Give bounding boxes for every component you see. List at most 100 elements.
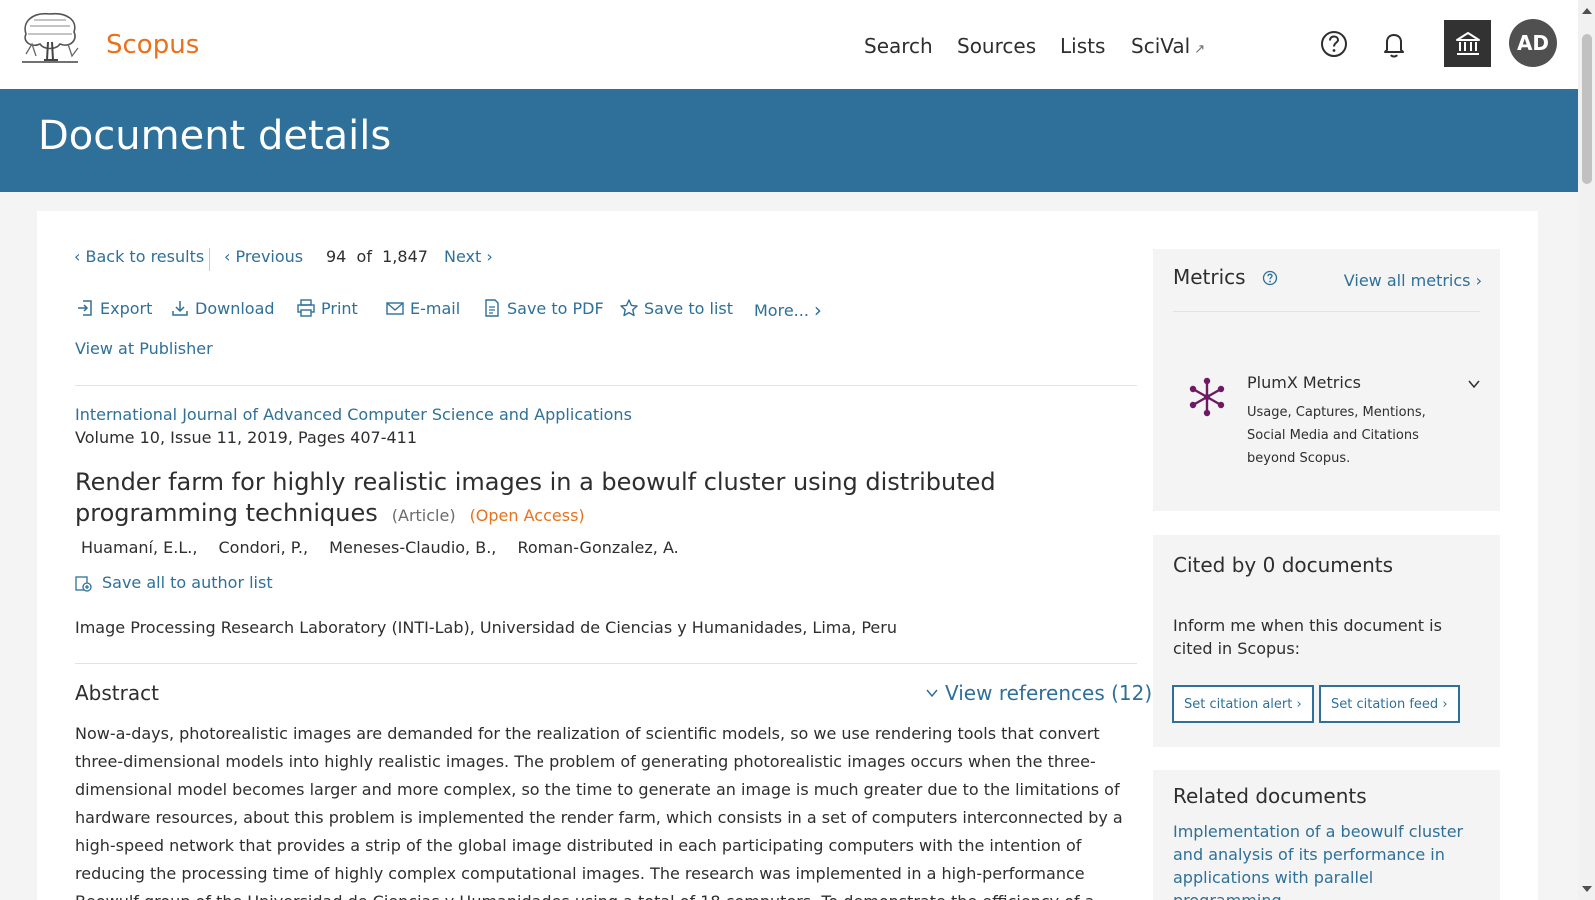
chevron-left-icon: ‹ — [74, 247, 81, 266]
nav-search[interactable]: Search — [864, 34, 933, 58]
chevron-down-icon[interactable] — [1467, 377, 1481, 391]
institution-icon — [1455, 31, 1480, 55]
save-pdf-label: Save to PDF — [507, 298, 604, 318]
institution-button[interactable] — [1444, 20, 1491, 67]
email-button[interactable]: E-mail — [385, 298, 460, 318]
chevron-left-icon: ‹ — [224, 247, 231, 266]
related-documents-panel: Related documents Implementation of a be… — [1153, 770, 1500, 900]
metrics-panel: Metrics View all metrics › PlumX Metrics… — [1153, 249, 1500, 511]
affiliation: Image Processing Research Laboratory (IN… — [75, 618, 897, 637]
set-citation-feed-button[interactable]: Set citation feed › — [1319, 685, 1460, 723]
info-icon[interactable] — [1262, 270, 1278, 286]
next-link[interactable]: Next › — [444, 247, 493, 266]
back-to-results-label: Back to results — [85, 247, 205, 266]
divider — [75, 385, 1137, 386]
save-all-to-author-list-link[interactable]: Save all to author list — [74, 573, 273, 592]
result-current: 94 — [326, 247, 347, 266]
pdf-icon — [485, 299, 499, 317]
abstract-heading: Abstract — [75, 681, 159, 705]
result-total: 1,847 — [382, 247, 428, 266]
document-type: (Article) — [391, 506, 456, 525]
next-label: Next — [444, 247, 482, 266]
view-at-publisher-link[interactable]: View at Publisher — [75, 339, 213, 358]
top-header: Scopus Search Sources Lists SciVal ↗ AD — [0, 0, 1578, 89]
journal-link[interactable]: International Journal of Advanced Comput… — [75, 405, 632, 424]
view-references-link[interactable]: View references (12) — [925, 681, 1152, 705]
plumx-logo-icon — [1189, 377, 1225, 417]
plumx-title: PlumX Metrics — [1247, 373, 1361, 392]
back-to-results-link[interactable]: ‹ Back to results — [74, 247, 204, 266]
view-references-label: View references (12) — [945, 681, 1153, 705]
author-link[interactable]: Condori, P., — [219, 538, 309, 557]
print-label: Print — [321, 298, 358, 318]
chevron-right-icon: › — [1475, 271, 1482, 290]
more-button[interactable]: More... › — [754, 298, 822, 322]
user-avatar[interactable]: AD — [1509, 19, 1557, 67]
bell-icon[interactable] — [1378, 28, 1410, 60]
document-title: Render farm for highly realistic images … — [75, 467, 1135, 531]
print-icon — [297, 299, 315, 317]
previous-link[interactable]: ‹ Previous — [224, 247, 303, 266]
email-label: E-mail — [410, 298, 461, 318]
chevron-right-icon: › — [813, 298, 822, 322]
author-link[interactable]: Meneses-Claudio, B., — [329, 538, 496, 557]
nav-lists[interactable]: Lists — [1060, 34, 1105, 58]
set-citation-alert-label: Set citation alert — [1184, 696, 1293, 712]
author-link[interactable]: Roman-Gonzalez, A. — [517, 538, 678, 557]
scroll-up-arrow-icon[interactable] — [1582, 8, 1592, 14]
chevron-right-icon: › — [1296, 696, 1302, 712]
external-link-icon: ↗ — [1194, 42, 1206, 57]
set-citation-feed-label: Set citation feed — [1331, 696, 1439, 712]
view-at-publisher-label: View at Publisher — [75, 339, 213, 358]
scopus-brand[interactable]: Scopus — [106, 30, 199, 60]
export-button[interactable]: Export — [75, 298, 152, 318]
view-all-metrics-link[interactable]: View all metrics › — [1344, 271, 1482, 290]
divider — [1173, 311, 1480, 312]
elsevier-tree-logo[interactable] — [18, 8, 82, 66]
export-icon — [78, 300, 92, 316]
save-to-list-button[interactable]: Save to list — [619, 298, 733, 318]
view-all-metrics-label: View all metrics — [1343, 271, 1471, 290]
save-all-to-author-list-label: Save all to author list — [102, 573, 273, 592]
abstract-text: Now-a-days, photorealistic images are de… — [75, 724, 1123, 900]
previous-label: Previous — [235, 247, 304, 266]
author-link[interactable]: Huamaní, E.L., — [81, 538, 197, 557]
related-documents-heading: Related documents — [1173, 784, 1367, 808]
chevron-right-icon: › — [486, 247, 493, 266]
chevron-right-icon: › — [1442, 696, 1448, 712]
open-access-badge: (Open Access) — [469, 506, 585, 525]
authors-list: Huamaní, E.L., Condori, P., Meneses-Clau… — [81, 538, 695, 557]
star-icon — [620, 299, 638, 317]
print-button[interactable]: Print — [296, 298, 358, 318]
download-button[interactable]: Download — [170, 298, 275, 318]
nav-scival[interactable]: SciVal ↗ — [1131, 34, 1205, 58]
export-label: Export — [100, 298, 153, 318]
related-document-link[interactable]: Implementation of a beowulf cluster and … — [1173, 820, 1483, 900]
save-to-list-label: Save to list — [644, 298, 734, 318]
page-banner: Document details — [0, 89, 1578, 192]
nav-sources[interactable]: Sources — [957, 34, 1036, 58]
save-pdf-button[interactable]: Save to PDF — [482, 298, 604, 318]
nav-scival-label: SciVal — [1131, 34, 1191, 58]
page-scrollbar[interactable] — [1578, 0, 1595, 900]
result-of: of — [356, 247, 372, 266]
plumx-description: Usage, Captures, Mentions, Social Media … — [1247, 405, 1426, 466]
help-icon[interactable] — [1318, 28, 1350, 60]
scroll-thumb[interactable] — [1582, 34, 1592, 184]
scroll-down-arrow-icon[interactable] — [1582, 886, 1592, 892]
page-title: Document details — [38, 113, 392, 159]
cited-by-heading: Cited by 0 documents — [1173, 553, 1394, 577]
metrics-heading-label: Metrics — [1173, 265, 1246, 289]
more-label: More... — [754, 300, 809, 320]
pager-separator — [209, 248, 210, 271]
result-position: 94 of 1,847 — [326, 247, 428, 266]
chevron-down-icon — [926, 689, 938, 698]
email-icon — [386, 302, 404, 315]
volume-info: Volume 10, Issue 11, 2019, Pages 407-411 — [75, 428, 418, 447]
download-icon — [172, 301, 188, 316]
citation-alert-description: Inform me when this document is cited in… — [1173, 616, 1442, 658]
divider — [75, 663, 1137, 664]
set-citation-alert-button[interactable]: Set citation alert › — [1172, 685, 1314, 723]
download-label: Download — [195, 298, 275, 318]
metrics-heading: Metrics — [1173, 265, 1278, 289]
